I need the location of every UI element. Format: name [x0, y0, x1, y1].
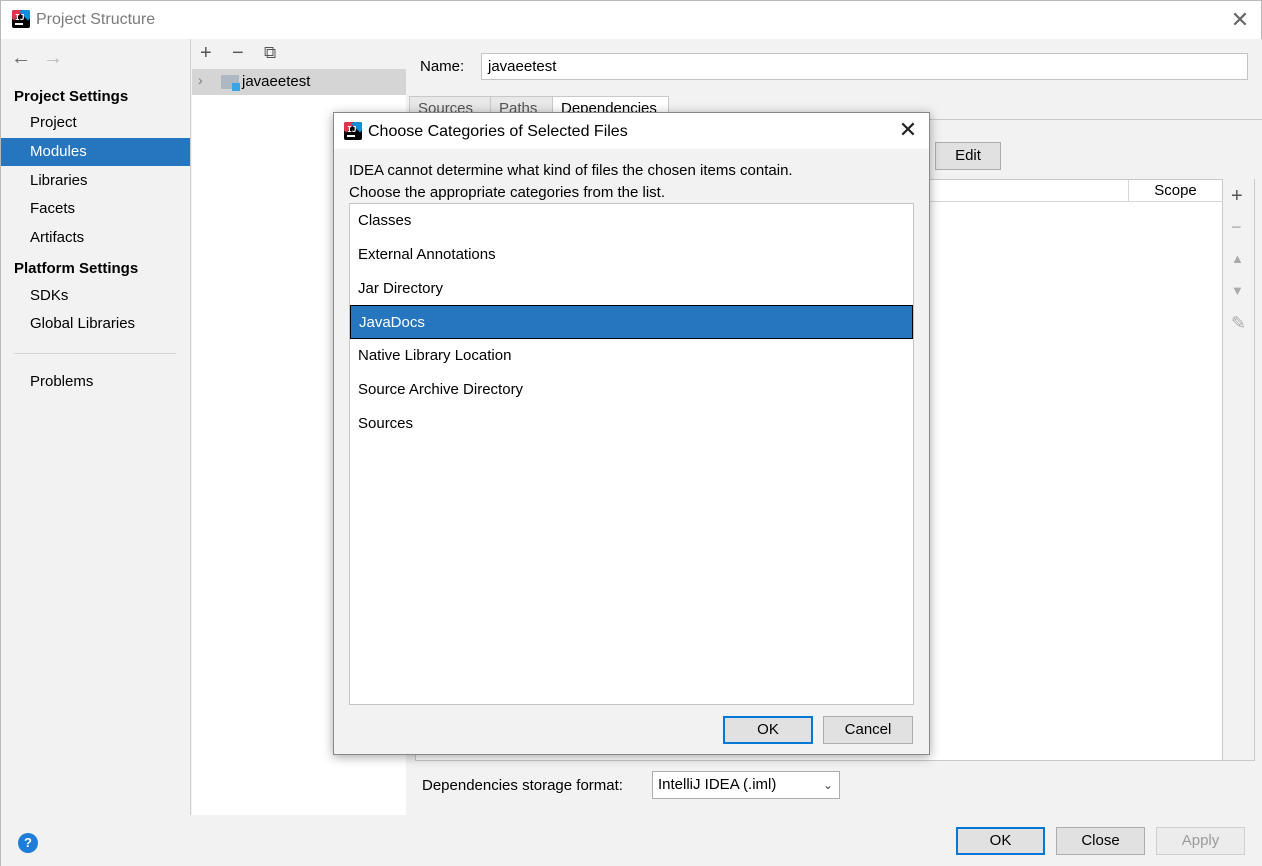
title-bar: IJ Project Structure ✕ [1, 1, 1261, 39]
module-folder-icon [221, 75, 240, 91]
nav-item-global-libraries[interactable]: Global Libraries [1, 310, 190, 338]
dialog-footer: ? OK Close Apply [1, 815, 1262, 866]
dialog-title: Choose Categories of Selected Files [368, 123, 628, 140]
name-label: Name: [420, 58, 465, 75]
dialog-message-line2: Choose the appropriate categories from t… [349, 184, 666, 201]
nav-item-libraries[interactable]: Libraries [1, 167, 190, 195]
storage-format-value: IntelliJ IDEA (.iml) [658, 776, 777, 793]
close-button[interactable]: Close [1056, 827, 1145, 855]
nav-divider [14, 353, 176, 354]
list-item-external-annotations[interactable]: External Annotations [350, 238, 913, 272]
module-name-field[interactable]: javaeetest [481, 53, 1248, 80]
list-item-source-archive-directory[interactable]: Source Archive Directory [350, 373, 913, 407]
chevron-right-icon[interactable]: › [198, 72, 203, 88]
intellij-logo-icon: IJ [344, 122, 362, 140]
nav-item-problems[interactable]: Problems [1, 368, 190, 396]
add-icon[interactable]: + [1231, 185, 1243, 208]
dialog-title-bar: IJ Choose Categories of Selected Files ✕ [334, 113, 929, 149]
window-title: Project Structure [36, 11, 156, 28]
nav-item-sdks[interactable]: SDKs [1, 282, 190, 310]
edit-button[interactable]: Edit [935, 142, 1001, 170]
remove-icon[interactable]: − [1231, 217, 1242, 238]
close-icon[interactable]: ✕ [897, 119, 919, 141]
forward-arrow-icon[interactable]: → [43, 47, 63, 70]
nav-section-project-settings: Project Settings [14, 88, 129, 105]
ok-button[interactable]: OK [956, 827, 1045, 855]
move-down-icon[interactable]: ▼ [1231, 283, 1244, 298]
scope-column-header[interactable]: Scope [1128, 180, 1222, 202]
chevron-down-icon: ⌄ [822, 778, 833, 792]
dependencies-side-toolbar: + − ▲ ▼ ✎ [1223, 179, 1255, 761]
module-name: javaeetest [242, 73, 311, 90]
edit-pencil-icon[interactable]: ✎ [1231, 313, 1246, 334]
close-icon[interactable]: ✕ [1229, 9, 1251, 31]
intellij-logo-icon: IJ [12, 10, 30, 28]
nav-item-facets[interactable]: Facets [1, 195, 190, 223]
tree-toolbar: + − ⧉ [192, 39, 406, 69]
categories-list: Classes External Annotations Jar Directo… [349, 203, 914, 705]
storage-format-label: Dependencies storage format: [422, 777, 623, 794]
move-up-icon[interactable]: ▲ [1231, 251, 1244, 266]
nav-item-project[interactable]: Project [1, 109, 190, 137]
remove-icon[interactable]: − [232, 42, 244, 65]
dialog-message-line1: IDEA cannot determine what kind of files… [349, 162, 793, 179]
list-item-javadocs[interactable]: JavaDocs [350, 305, 913, 339]
nav-item-modules[interactable]: Modules [1, 138, 190, 166]
storage-format-select[interactable]: IntelliJ IDEA (.iml) ⌄ [652, 771, 840, 799]
copy-icon[interactable]: ⧉ [264, 43, 276, 63]
dialog-cancel-button[interactable]: Cancel [823, 716, 913, 744]
list-item-sources[interactable]: Sources [350, 407, 913, 441]
nav-section-platform-settings: Platform Settings [14, 260, 139, 277]
apply-button[interactable]: Apply [1156, 827, 1245, 855]
help-icon[interactable]: ? [18, 833, 38, 853]
list-item-classes[interactable]: Classes [350, 204, 913, 238]
add-icon[interactable]: + [200, 42, 212, 65]
list-item-native-library-location[interactable]: Native Library Location [350, 339, 913, 373]
settings-nav: ← → Project Settings Project Modules Lib… [1, 39, 191, 815]
back-arrow-icon[interactable]: ← [11, 47, 31, 70]
choose-categories-dialog: IJ Choose Categories of Selected Files ✕… [333, 112, 930, 755]
dialog-ok-button[interactable]: OK [723, 716, 813, 744]
list-item-jar-directory[interactable]: Jar Directory [350, 272, 913, 306]
nav-item-artifacts[interactable]: Artifacts [1, 224, 190, 252]
tree-node-module[interactable]: › javaeetest [192, 69, 406, 95]
